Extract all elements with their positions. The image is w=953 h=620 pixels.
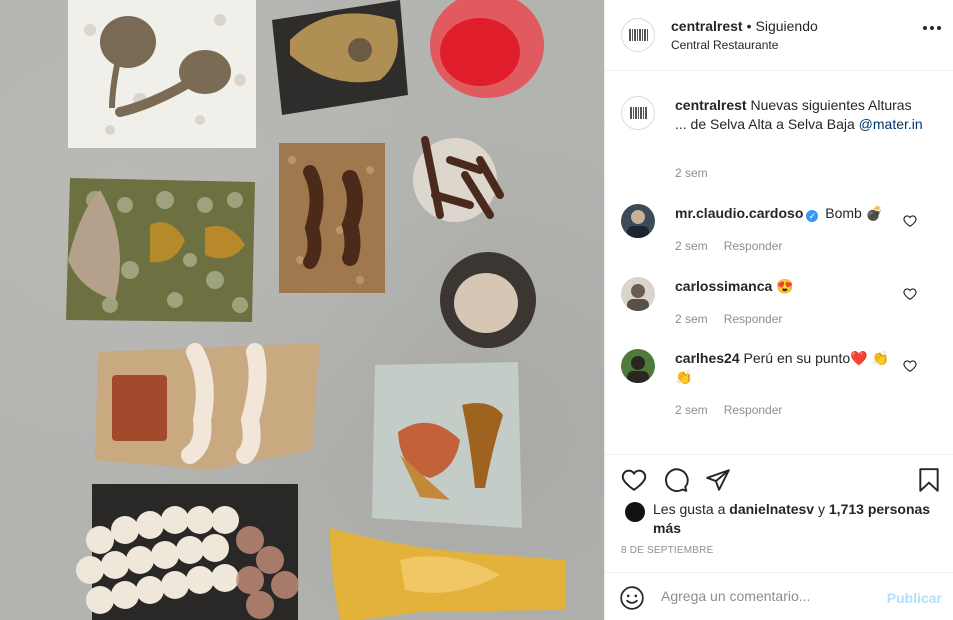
comment-item: carlhes24 Perú en su punto❤️ 👏👏 2 sem Re… — [621, 349, 941, 419]
comment-username[interactable]: carlossimanca — [675, 278, 772, 294]
comment-text: 😍 — [776, 278, 794, 294]
user-photo-icon — [627, 210, 649, 238]
comment-username[interactable]: mr.claudio.cardoso — [675, 205, 803, 221]
comment-time[interactable]: 2 sem — [675, 239, 708, 253]
food-plates-illustration — [66, 0, 565, 620]
post-header: centralrest • Siguiendo Central Restaura… — [605, 0, 953, 71]
caption-mention[interactable]: @mater.in — [859, 116, 923, 132]
share-icon[interactable] — [705, 467, 731, 493]
emoji-icon[interactable] — [619, 585, 645, 611]
publish-button[interactable]: Publicar — [887, 590, 942, 606]
comment-icon[interactable] — [663, 467, 689, 493]
header-separator: • — [746, 18, 752, 34]
verified-badge-icon: ✓ — [806, 210, 819, 222]
comment-time[interactable]: 2 sem — [675, 312, 708, 326]
comment-item: carlossimanca 😍 2 sem Responder — [621, 277, 941, 327]
comment-like-icon[interactable] — [903, 214, 917, 228]
reply-button[interactable]: Responder — [724, 312, 783, 326]
post-sidebar: centralrest • Siguiendo Central Restaura… — [604, 0, 953, 620]
comment-like-icon[interactable] — [903, 287, 917, 301]
comment-composer: Publicar — [605, 572, 953, 620]
post-photo[interactable] — [0, 0, 604, 620]
ellipsis-icon[interactable] — [923, 26, 941, 30]
reply-button[interactable]: Responder — [724, 239, 783, 253]
following-button[interactable]: Siguiendo — [756, 18, 818, 34]
likes-prefix: Les gusta a — [653, 501, 726, 517]
barcode-logo-icon — [629, 107, 647, 119]
comment-input[interactable] — [661, 588, 881, 604]
comments-list[interactable]: centralrest Nuevas siguientes Alturas ..… — [605, 72, 953, 454]
post-date[interactable]: 8 DE SEPTIEMBRE — [621, 545, 713, 556]
caption-time[interactable]: 2 sem — [675, 166, 708, 180]
comment-time[interactable]: 2 sem — [675, 403, 708, 417]
liker-username[interactable]: danielnatesv — [729, 501, 814, 517]
instagram-post-view: centralrest • Siguiendo Central Restaura… — [0, 0, 953, 620]
user-photo-icon — [627, 356, 649, 383]
bookmark-icon[interactable] — [916, 467, 942, 493]
caption-username[interactable]: centralrest — [675, 97, 747, 113]
like-icon[interactable] — [621, 467, 647, 493]
liker-avatar[interactable] — [625, 502, 645, 522]
profile-avatar[interactable] — [621, 18, 655, 52]
action-bar — [605, 454, 953, 502]
comment-like-icon[interactable] — [903, 359, 917, 373]
comment-item: mr.claudio.cardoso ✓ Bomb 💣 2 sem Respond… — [621, 204, 941, 254]
caption: centralrest Nuevas siguientes Alturas ..… — [621, 96, 941, 186]
reply-button[interactable]: Responder — [724, 403, 783, 417]
user-photo-icon — [627, 284, 649, 311]
commenter-avatar[interactable] — [621, 349, 655, 383]
location-link[interactable]: Central Restaurante — [671, 38, 818, 52]
header-username[interactable]: centralrest — [671, 18, 743, 34]
caption-avatar[interactable] — [621, 96, 655, 130]
likes-connector: y — [818, 501, 825, 517]
barcode-logo-icon — [628, 29, 648, 41]
commenter-avatar[interactable] — [621, 204, 655, 238]
comment-text: Bomb 💣 — [825, 205, 884, 221]
comment-username[interactable]: carlhes24 — [675, 350, 740, 366]
header-text: centralrest • Siguiendo Central Restaura… — [671, 18, 818, 52]
commenter-avatar[interactable] — [621, 277, 655, 311]
